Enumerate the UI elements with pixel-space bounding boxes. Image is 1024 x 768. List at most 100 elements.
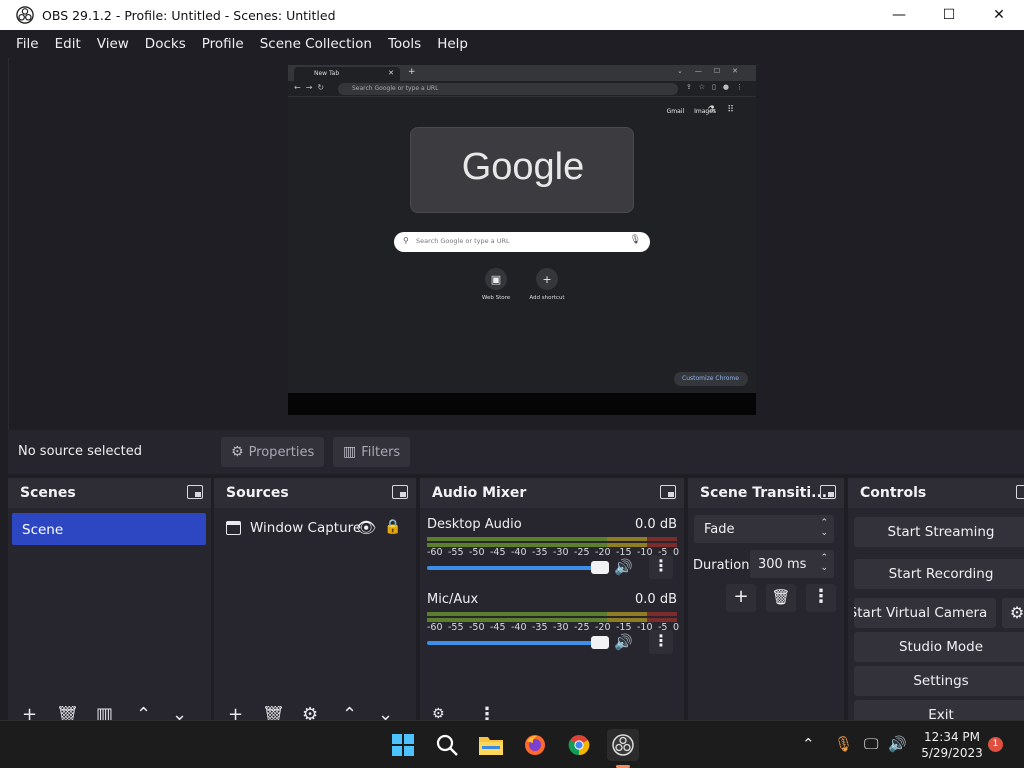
volume-meter: [427, 537, 677, 541]
chrome-icon[interactable]: [563, 729, 595, 761]
more-options-icon[interactable]: ⋮: [649, 555, 673, 579]
transition-menu-button[interactable]: ⋮: [806, 584, 836, 612]
dock-header: Scene Transiti...: [688, 478, 844, 508]
minimize-button[interactable]: —: [874, 0, 924, 30]
scene-filters-icon[interactable]: ▥: [96, 706, 113, 720]
omnibox-text: Search Google or type a URL: [352, 85, 439, 92]
add-transition-button[interactable]: +: [726, 584, 756, 612]
transition-select[interactable]: Fade ⌃ ⌄: [694, 515, 834, 543]
channel-name: Mic/Aux: [427, 592, 479, 607]
add-source-icon[interactable]: +: [228, 706, 243, 720]
remove-source-icon[interactable]: 🗑: [262, 706, 285, 720]
lock-icon[interactable]: 🔒: [384, 519, 401, 535]
preview-bottom-bar: [288, 393, 756, 415]
settings-button[interactable]: Settings: [854, 666, 1024, 696]
menu-help[interactable]: Help: [429, 36, 476, 52]
notification-badge[interactable]: 1: [988, 737, 1003, 752]
menu-view[interactable]: View: [89, 36, 137, 52]
undock-icon[interactable]: [187, 485, 203, 499]
move-up-icon[interactable]: ⌃: [136, 706, 151, 720]
dock-header: Controls: [848, 478, 1024, 508]
scale-tick: -20: [595, 622, 611, 633]
dock-header: Audio Mixer: [420, 478, 684, 508]
source-properties-icon[interactable]: ⚙: [302, 706, 318, 720]
start-virtual-camera-button[interactable]: Start Virtual Camera: [854, 598, 996, 628]
menu-file[interactable]: File: [8, 36, 47, 52]
stepper-icon[interactable]: ⌃ ⌄: [820, 553, 828, 573]
start-streaming-button[interactable]: Start Streaming: [854, 517, 1024, 547]
menu-docks[interactable]: Docks: [137, 36, 194, 52]
chevron-updown-icon: ⌃ ⌄: [820, 518, 828, 538]
volume-slider-handle[interactable]: [591, 636, 609, 649]
move-down-icon[interactable]: ⌄: [172, 706, 187, 720]
close-button[interactable]: ✕: [974, 0, 1024, 30]
more-options-icon[interactable]: ⋮: [649, 630, 673, 654]
scene-list-item[interactable]: Scene: [12, 513, 206, 545]
obs-logo-icon: [16, 6, 34, 24]
channel-db: 0.0 dB: [635, 592, 677, 607]
visibility-eye-icon[interactable]: 👁: [356, 518, 376, 537]
scale-tick: -40: [511, 622, 527, 633]
browser-omnibox: Search Google or type a URL: [338, 83, 678, 95]
obs-taskbar-icon[interactable]: [607, 729, 639, 761]
properties-label: Properties: [248, 444, 315, 460]
preview-canvas[interactable]: New Tab ✕ + ⌄—☐✕ ←→↻ Search Google or ty…: [288, 65, 756, 415]
google-search-box: ⚲ Search Google or type a URL 🎙: [394, 232, 650, 252]
properties-button[interactable]: ⚙ Properties: [221, 437, 325, 467]
remove-transition-button[interactable]: 🗑: [766, 584, 796, 612]
audio-toolbar: ⚙ ⋮: [420, 706, 684, 720]
firefox-icon[interactable]: [519, 729, 551, 761]
scenes-title: Scenes: [20, 485, 76, 501]
windows-start-icon[interactable]: [387, 729, 419, 761]
audio-menu-icon[interactable]: ⋮: [478, 706, 496, 720]
source-list-item[interactable]: Window Capture 👁 🔒: [224, 518, 414, 542]
microphone-icon[interactable]: 🎙: [834, 735, 853, 753]
microphone-icon: 🎙: [629, 235, 641, 245]
remove-scene-icon[interactable]: 🗑: [56, 706, 79, 720]
add-scene-icon[interactable]: +: [22, 706, 37, 720]
shortcut-label: Add shortcut: [529, 295, 565, 301]
start-recording-button[interactable]: Start Recording: [854, 559, 1024, 589]
filter-icon: ▥: [343, 444, 357, 460]
filters-button[interactable]: ▥ Filters: [333, 437, 411, 467]
undock-icon[interactable]: [820, 485, 836, 499]
menu-profile[interactable]: Profile: [194, 36, 252, 52]
system-clock[interactable]: 12:34 PM 5/29/2023: [918, 729, 986, 761]
new-tab-icon: +: [408, 67, 416, 77]
scenes-toolbar: + 🗑 ▥ ⌃ ⌄: [8, 706, 211, 720]
undock-icon[interactable]: [660, 485, 676, 499]
menu-scene-collection[interactable]: Scene Collection: [252, 36, 380, 52]
speaker-icon[interactable]: 🔊: [614, 633, 633, 651]
volume-slider[interactable]: [427, 566, 609, 570]
add-icon: +: [536, 268, 558, 290]
file-explorer-icon[interactable]: [475, 729, 507, 761]
browser-toolbar-icons: ⇪☆▯●⋮: [685, 83, 750, 91]
tab-close-icon: ✕: [388, 69, 394, 77]
maximize-button[interactable]: ☐: [924, 0, 974, 30]
move-down-icon[interactable]: ⌄: [378, 706, 393, 720]
volume-icon[interactable]: 🔊: [888, 735, 907, 753]
scale-tick: -50: [469, 622, 485, 633]
shortcut-label: Web Store: [481, 295, 511, 301]
advanced-audio-gear-icon[interactable]: ⚙: [432, 706, 445, 720]
sources-toolbar: + 🗑 ⚙ ⌃ ⌄: [214, 706, 416, 720]
tray-chevron-up-icon[interactable]: ⌃: [802, 735, 815, 753]
speaker-icon[interactable]: 🔊: [614, 558, 633, 576]
undock-icon[interactable]: [392, 485, 408, 499]
menu-tools[interactable]: Tools: [380, 36, 429, 52]
source-toolbar: No source selected ⚙ Properties ▥ Filter…: [8, 430, 1024, 474]
scale-tick: -20: [595, 547, 611, 558]
volume-slider-handle[interactable]: [591, 561, 609, 574]
move-up-icon[interactable]: ⌃: [342, 706, 357, 720]
network-icon[interactable]: 🖵: [864, 735, 878, 753]
duration-spinbox[interactable]: 300 ms ⌃ ⌄: [750, 550, 834, 578]
studio-mode-button[interactable]: Studio Mode: [854, 632, 1024, 662]
menu-edit[interactable]: Edit: [47, 36, 89, 52]
search-icon[interactable]: [431, 729, 463, 761]
sources-title: Sources: [226, 485, 289, 501]
volume-slider[interactable]: [427, 641, 609, 645]
virtual-camera-settings-icon[interactable]: ⚙: [1002, 598, 1024, 628]
dock-header: Sources: [214, 478, 416, 508]
undock-icon[interactable]: [1016, 485, 1024, 499]
customize-label: Customize Chrome: [682, 375, 739, 382]
